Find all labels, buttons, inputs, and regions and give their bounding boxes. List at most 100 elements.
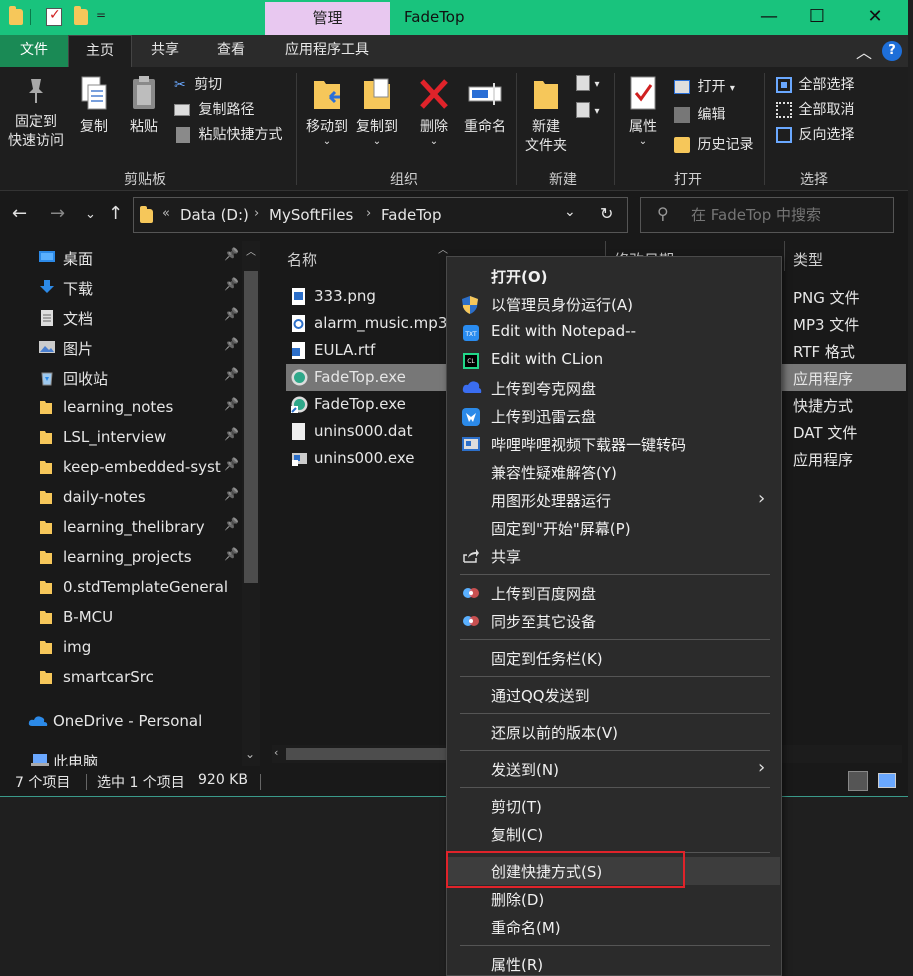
nav-item-img[interactable]: img: [0, 633, 240, 661]
chevron-left-icon[interactable]: ‹: [274, 746, 278, 759]
cut-button[interactable]: ✂ 剪切: [174, 75, 222, 95]
search-input[interactable]: [691, 206, 886, 224]
details-view-icon[interactable]: [848, 771, 868, 791]
chevron-down-icon[interactable]: ⌄: [245, 747, 255, 761]
paste-shortcut-button[interactable]: 粘贴快捷方式: [174, 125, 282, 145]
maximize-button[interactable]: ☐: [794, 0, 840, 35]
menu-sync-devices[interactable]: 同步至其它设备: [448, 607, 780, 635]
installer-icon: [291, 450, 307, 467]
chevron-right-icon: ›: [758, 488, 766, 509]
menu-edit-clion[interactable]: CL Edit with CLion: [448, 346, 780, 374]
nav-item-keep-embedded-syst[interactable]: keep-embedded-syst 📌: [0, 453, 240, 481]
breadcrumb-mysoftfiles[interactable]: MySoftFiles: [269, 206, 353, 224]
menu-share[interactable]: 共享: [448, 542, 780, 570]
breadcrumb-drive[interactable]: Data (D:): [180, 206, 249, 224]
delete-button[interactable]: 删除 ⌄: [414, 75, 454, 147]
easy-access-button[interactable]: ▾: [576, 100, 599, 122]
nav-item-label: LSL_interview: [63, 428, 167, 446]
new-item-button[interactable]: ▾: [576, 73, 599, 95]
chevron-down-icon: ▾: [594, 79, 600, 90]
chevron-up-icon[interactable]: ︿: [856, 39, 872, 63]
breadcrumb-fadetop[interactable]: FadeTop: [381, 206, 442, 224]
address-bar[interactable]: « Data (D:) › MySoftFiles › FadeTop ⌄ ↻: [133, 197, 628, 233]
rename-button[interactable]: 重命名: [460, 75, 510, 137]
menu-edit-notepad[interactable]: TXT Edit with Notepad--: [448, 318, 780, 346]
nav-item[interactable]: 桌面 📌: [0, 243, 240, 271]
nav-item[interactable]: 下载 📌: [0, 273, 240, 301]
invert-selection-button[interactable]: 反向选择: [776, 125, 854, 145]
properties-button[interactable]: 属性 ⌄: [620, 75, 666, 147]
nav-item-learning-thelibrary[interactable]: learning_thelibrary 📌: [0, 513, 240, 541]
open-button[interactable]: 打开 ▾: [674, 77, 735, 99]
menu-copy[interactable]: 复制(C): [448, 820, 780, 848]
edit-button[interactable]: 编辑: [674, 105, 725, 125]
new-folder-quick-icon[interactable]: [74, 6, 88, 25]
tab-share[interactable]: 共享: [140, 35, 190, 67]
column-header-name[interactable]: 名称: [287, 249, 317, 270]
forward-arrow-icon[interactable]: →: [50, 203, 65, 224]
nav-item-0-stdtemplategeneral[interactable]: 0.stdTemplateGeneral: [0, 573, 240, 601]
menu-upload-quark[interactable]: 上传到夸克网盘: [448, 374, 780, 402]
nav-item-learning-notes[interactable]: learning_notes 📌: [0, 393, 240, 421]
manage-context-tab[interactable]: 管理: [265, 2, 390, 35]
nav-item-smartcarsrc[interactable]: smartcarSrc: [0, 663, 240, 691]
nav-item-lsl-interview[interactable]: LSL_interview 📌: [0, 423, 240, 451]
refresh-icon[interactable]: ↻: [600, 204, 613, 223]
nav-scrollbar[interactable]: ︿ ⌄: [242, 241, 260, 766]
tab-app-tools[interactable]: 应用程序工具: [272, 35, 382, 67]
nav-item-b-mcu[interactable]: B-MCU: [0, 603, 240, 631]
chevron-down-icon[interactable]: ⌄: [564, 204, 576, 220]
nav-item-this-pc[interactable]: 此电脑: [0, 746, 240, 766]
menu-open[interactable]: 打开(O): [448, 262, 780, 290]
menu-compatibility[interactable]: 兼容性疑难解答(Y): [448, 458, 780, 486]
menu-restore-versions[interactable]: 还原以前的版本(V): [448, 718, 780, 746]
large-icons-view-icon[interactable]: [878, 773, 896, 788]
help-icon[interactable]: ?: [882, 41, 902, 61]
nav-item[interactable]: 回收站 📌: [0, 363, 240, 391]
history-button[interactable]: 历史记录: [674, 135, 753, 155]
up-arrow-icon[interactable]: ↑: [108, 203, 123, 224]
back-arrow-icon[interactable]: ←: [12, 203, 27, 224]
copy-to-button[interactable]: 复制到 ⌄: [352, 75, 402, 147]
menu-pin-start[interactable]: 固定到"开始"屏幕(P): [448, 514, 780, 542]
tab-view[interactable]: 查看: [206, 35, 256, 67]
recent-locations-icon[interactable]: ⌄: [85, 207, 96, 222]
nav-item[interactable]: 文档 📌: [0, 303, 240, 331]
menu-cut[interactable]: 剪切(T): [448, 792, 780, 820]
move-to-button[interactable]: 移动到 ⌄: [302, 75, 352, 147]
tab-file[interactable]: 文件: [0, 35, 68, 67]
copy-button[interactable]: 复制: [72, 75, 116, 137]
close-button[interactable]: ✕: [852, 0, 898, 35]
menu-run-with-gpu[interactable]: 用图形处理器运行 ›: [448, 486, 780, 514]
menu-upload-baidu[interactable]: 上传到百度网盘: [448, 579, 780, 607]
paste-button[interactable]: 粘贴: [122, 75, 166, 137]
breadcrumb-overflow[interactable]: «: [162, 206, 170, 221]
select-none-button[interactable]: 全部取消: [776, 100, 854, 120]
menu-delete[interactable]: 删除(D): [448, 885, 780, 913]
nav-item-learning-projects[interactable]: learning_projects 📌: [0, 543, 240, 571]
copy-path-button[interactable]: 复制路径: [174, 100, 254, 120]
select-all-button[interactable]: 全部选择: [776, 75, 854, 95]
quick-access-menu-icon[interactable]: =: [96, 8, 106, 22]
search-box[interactable]: ⚲: [640, 197, 894, 233]
nav-item-daily-notes[interactable]: daily-notes 📌: [0, 483, 240, 511]
menu-send-to[interactable]: 发送到(N) ›: [448, 755, 780, 783]
nav-scrollbar-thumb[interactable]: [244, 271, 258, 583]
menu-upload-thunder[interactable]: 上传到迅雷云盘: [448, 402, 780, 430]
menu-send-via-qq[interactable]: 通过QQ发送到: [448, 681, 780, 709]
menu-pin-taskbar[interactable]: 固定到任务栏(K): [448, 644, 780, 672]
column-header-type[interactable]: 类型: [793, 249, 823, 270]
menu-rename[interactable]: 重命名(M): [448, 913, 780, 941]
menu-bilibili-transcode[interactable]: 哔哩哔哩视频下载器一键转码: [448, 430, 780, 458]
properties-quick-icon[interactable]: [46, 7, 62, 26]
menu-run-as-admin[interactable]: 以管理员身份运行(A): [448, 290, 780, 318]
horizontal-scrollbar-thumb[interactable]: [286, 748, 466, 760]
nav-item[interactable]: 图片 📌: [0, 333, 240, 361]
pin-quick-access-button[interactable]: 固定到 快速访问: [6, 75, 66, 151]
new-folder-button[interactable]: 新建 文件夹: [522, 75, 570, 156]
minimize-button[interactable]: —: [746, 0, 792, 35]
tab-home[interactable]: 主页: [68, 35, 132, 67]
chevron-up-icon[interactable]: ︿: [246, 243, 256, 258]
menu-properties[interactable]: 属性(R): [448, 950, 780, 976]
nav-item-onedrive[interactable]: OneDrive - Personal: [0, 707, 240, 735]
